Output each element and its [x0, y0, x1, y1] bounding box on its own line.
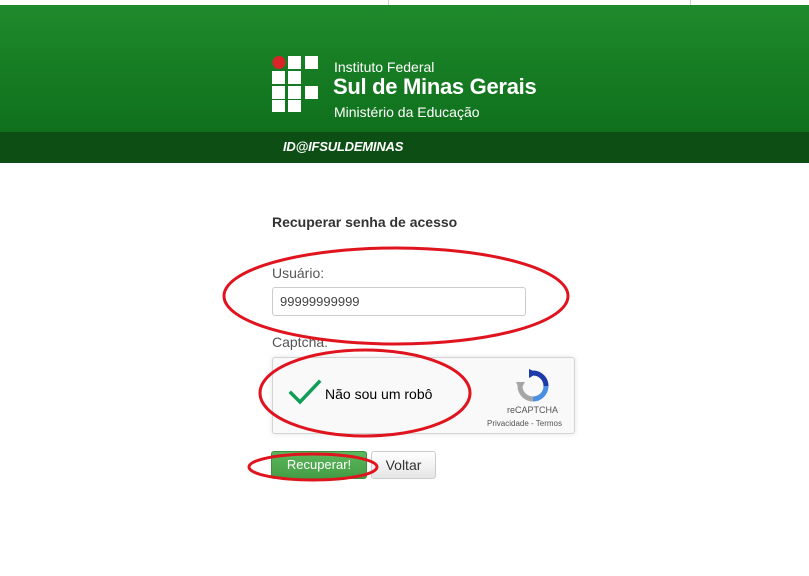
- captcha-label: Captcha:: [272, 334, 329, 350]
- recaptcha-logo-icon: [516, 369, 549, 402]
- brand-link[interactable]: ID@IFSULDEMINAS: [283, 139, 403, 154]
- recover-button[interactable]: Recuperar!: [271, 451, 367, 479]
- recaptcha-links[interactable]: Privacidade - Termos: [487, 419, 562, 428]
- user-label: Usuário:: [272, 265, 325, 281]
- institute-line1: Instituto Federal: [334, 59, 435, 75]
- recaptcha-brand: reCAPTCHA: [507, 405, 559, 415]
- back-button[interactable]: Voltar: [371, 451, 436, 479]
- checkmark-icon[interactable]: [288, 377, 322, 409]
- user-input[interactable]: [272, 287, 526, 316]
- institute-name: Sul de Minas Gerais: [333, 74, 537, 99]
- institute-ministry: Ministério da Educação: [334, 104, 480, 120]
- logo-red-circle: [272, 56, 286, 69]
- sub-navbar: ID@IFSULDEMINAS: [0, 132, 809, 163]
- institute-logo-icon: [272, 56, 318, 112]
- page-title: Recuperar senha de acesso: [272, 214, 458, 230]
- recaptcha-widget: Não sou um robô reCAPTCHA Privacidade - …: [272, 357, 575, 434]
- recaptcha-checkbox-text: Não sou um robô: [325, 386, 433, 402]
